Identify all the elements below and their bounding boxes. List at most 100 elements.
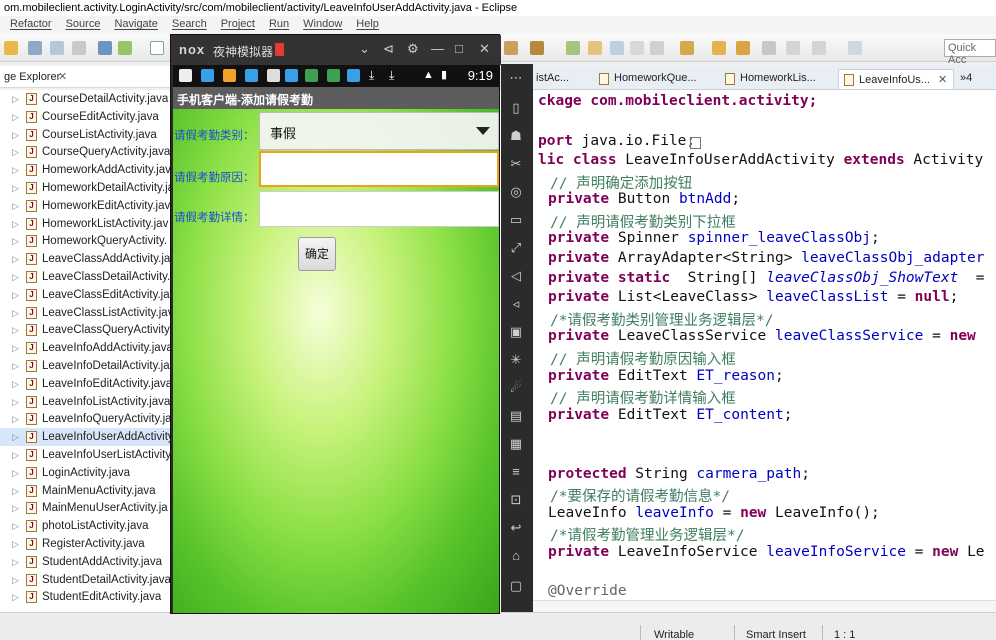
expand-arrow-icon[interactable]: ▷ xyxy=(12,357,19,375)
phone-icon[interactable]: ▯ xyxy=(508,100,524,116)
new-icon[interactable] xyxy=(4,41,18,55)
file-tree-item[interactable]: ▷ J HomeworkDetailActivity.ja xyxy=(0,179,170,197)
expand-arrow-icon[interactable]: ▷ xyxy=(12,588,19,606)
annotation-icon[interactable] xyxy=(680,41,694,55)
file-tree-item[interactable]: ▷ J StudentEditActivity.java xyxy=(0,588,170,606)
close-icon[interactable]: ✕ xyxy=(58,70,67,83)
menu-source[interactable]: Source xyxy=(66,18,101,32)
volume-down-icon[interactable]: ◃ xyxy=(508,296,524,312)
back-icon[interactable]: ↩ xyxy=(508,520,524,536)
back-arrow-icon[interactable] xyxy=(762,41,776,55)
recent-apps-icon[interactable]: ▢ xyxy=(508,578,524,594)
outline-icon[interactable] xyxy=(610,41,624,55)
more-icon[interactable]: ⋯ xyxy=(508,70,524,86)
apk-icon[interactable]: ▣ xyxy=(508,324,524,340)
expand-arrow-icon[interactable]: ▷ xyxy=(12,428,19,446)
minimize-icon[interactable]: — xyxy=(431,41,444,56)
file-tree-item[interactable]: ▷ J StudentAddActivity.java xyxy=(0,553,170,571)
leave-detail-input[interactable] xyxy=(259,191,499,227)
expand-arrow-icon[interactable]: ▷ xyxy=(12,179,19,197)
expand-arrow-icon[interactable]: ▷ xyxy=(12,375,19,393)
expand-arrow-icon[interactable]: ▷ xyxy=(12,571,19,589)
keyboard-icon[interactable]: ▭ xyxy=(508,212,524,228)
import-icon[interactable] xyxy=(98,41,112,55)
menu-project[interactable]: Project xyxy=(221,18,255,32)
menu-window[interactable]: Window xyxy=(303,18,342,32)
pencil-icon[interactable] xyxy=(504,41,518,55)
android-sdk-icon[interactable] xyxy=(118,41,132,55)
file-tree-item[interactable]: ▷ J LeaveInfoEditActivity.java xyxy=(0,375,170,393)
code-editor[interactable]: ckage com.mobileclient.activity; port ja… xyxy=(500,90,996,600)
forward-icon[interactable] xyxy=(812,41,826,55)
leave-type-select[interactable]: 事假 xyxy=(259,112,499,150)
run-icon[interactable] xyxy=(588,41,602,55)
save-all-icon[interactable] xyxy=(50,41,64,55)
menu-refactor[interactable]: Refactor xyxy=(10,18,52,32)
multi-window-icon[interactable]: ⊡ xyxy=(508,492,524,508)
file-tree-item[interactable]: ▷ J CourseQueryActivity.java xyxy=(0,143,170,161)
expand-arrow-icon[interactable]: ▷ xyxy=(12,393,19,411)
menu-search[interactable]: Search xyxy=(172,18,207,32)
expand-arrow-icon[interactable]: ▷ xyxy=(12,321,19,339)
close-icon[interactable]: ✕ xyxy=(479,41,490,57)
expand-arrow-icon[interactable]: ▷ xyxy=(12,304,19,322)
home-icon[interactable]: ⌂ xyxy=(508,548,524,564)
paragraph-icon[interactable] xyxy=(650,41,664,55)
quick-access-input[interactable]: Quick Acc xyxy=(944,39,996,66)
robot-icon[interactable]: ☗ xyxy=(508,128,524,144)
file-tree-item[interactable]: ▷ J LeaveClassQueryActivity.ja xyxy=(0,321,170,339)
expand-arrow-icon[interactable]: ▷ xyxy=(12,126,19,144)
expand-arrow-icon[interactable]: ▷ xyxy=(12,517,19,535)
expand-arrow-icon[interactable]: ▷ xyxy=(12,215,19,233)
file-tree-item[interactable]: ▷ J CourseListActivity.java xyxy=(0,126,170,144)
expand-arrow-icon[interactable]: ▷ xyxy=(12,250,19,268)
dropdown-icon[interactable]: ⌄ xyxy=(359,41,370,57)
expand-arrow-icon[interactable]: ▷ xyxy=(12,161,19,179)
file-tree-item[interactable]: ▷ J LeaveInfoAddActivity.java xyxy=(0,339,170,357)
tab-overflow[interactable]: »4 xyxy=(956,69,978,89)
expand-arrow-icon[interactable]: ▷ xyxy=(12,232,19,250)
file-tree-item[interactable]: ▷ J LeaveClassEditActivity.jav xyxy=(0,286,170,304)
file-tree-item[interactable]: ▷ J LeaveInfoQueryActivity.ja xyxy=(0,410,170,428)
file-tree-item[interactable]: ▷ J HomeworkEditActivity.java xyxy=(0,197,170,215)
back-icon[interactable] xyxy=(786,41,800,55)
file-tree-item[interactable]: ▷ J LeaveInfoUserAddActivity xyxy=(0,428,170,446)
brush-icon[interactable] xyxy=(530,41,544,55)
close-icon[interactable]: ✕ xyxy=(938,74,947,86)
record-icon[interactable]: ▦ xyxy=(508,436,524,452)
debug-icon[interactable] xyxy=(566,41,580,55)
expand-arrow-icon[interactable]: ▷ xyxy=(12,286,19,304)
checkbox-icon[interactable] xyxy=(150,41,164,55)
package-explorer-tab[interactable]: ge Explorer ✕ xyxy=(0,66,170,88)
file-tree-item[interactable]: ▷ J MainMenuUserActivity.ja xyxy=(0,499,170,517)
block-icon[interactable] xyxy=(630,41,644,55)
expand-arrow-icon[interactable]: ▷ xyxy=(12,90,19,108)
expand-arrow-icon[interactable]: ▷ xyxy=(12,446,19,464)
file-tree-item[interactable]: ▷ J LeaveInfoDetailActivity.ja xyxy=(0,357,170,375)
folded-import-icon[interactable] xyxy=(690,137,701,149)
volume-up-icon[interactable]: ◁ xyxy=(508,268,524,284)
pin-icon[interactable]: ⊲ xyxy=(383,41,394,57)
expand-arrow-icon[interactable]: ▷ xyxy=(12,499,19,517)
menu-navigate[interactable]: Navigate xyxy=(114,18,157,32)
file-tree-item[interactable]: ▷ J LeaveInfoListActivity.java xyxy=(0,393,170,411)
file-tree-item[interactable]: ▷ JphotoListActivity.java xyxy=(0,517,170,535)
file-tree-item[interactable]: ▷ J HomeworkQueryActivity. xyxy=(0,232,170,250)
file-tree-item[interactable]: ▷ J LoginActivity.java xyxy=(0,464,170,482)
expand-arrow-icon[interactable]: ▷ xyxy=(12,339,19,357)
expand-arrow-icon[interactable]: ▷ xyxy=(12,464,19,482)
file-tree-item[interactable]: ▷ J LeaveInfoUserListActivity xyxy=(0,446,170,464)
tab-homework-query[interactable]: HomeworkQue... xyxy=(594,69,703,89)
file-tree-item[interactable]: ▷ J CourseEditActivity.java xyxy=(0,108,170,126)
expand-arrow-icon[interactable]: ▷ xyxy=(12,268,19,286)
location-icon[interactable]: ◎ xyxy=(508,184,524,200)
expand-arrow-icon[interactable]: ▷ xyxy=(12,553,19,571)
expand-arrow-icon[interactable]: ▷ xyxy=(12,535,19,553)
next-annotation-icon[interactable] xyxy=(712,41,726,55)
file-tree-item[interactable]: ▷ J StudentDetailActivity.java xyxy=(0,571,170,589)
pin-icon[interactable] xyxy=(848,41,862,55)
menu-run[interactable]: Run xyxy=(269,18,289,32)
horizontal-scrollbar[interactable] xyxy=(500,600,996,612)
expand-arrow-icon[interactable]: ▷ xyxy=(12,143,19,161)
file-tree-item[interactable]: ▷ J CourseDetailActivity.java xyxy=(0,90,170,108)
